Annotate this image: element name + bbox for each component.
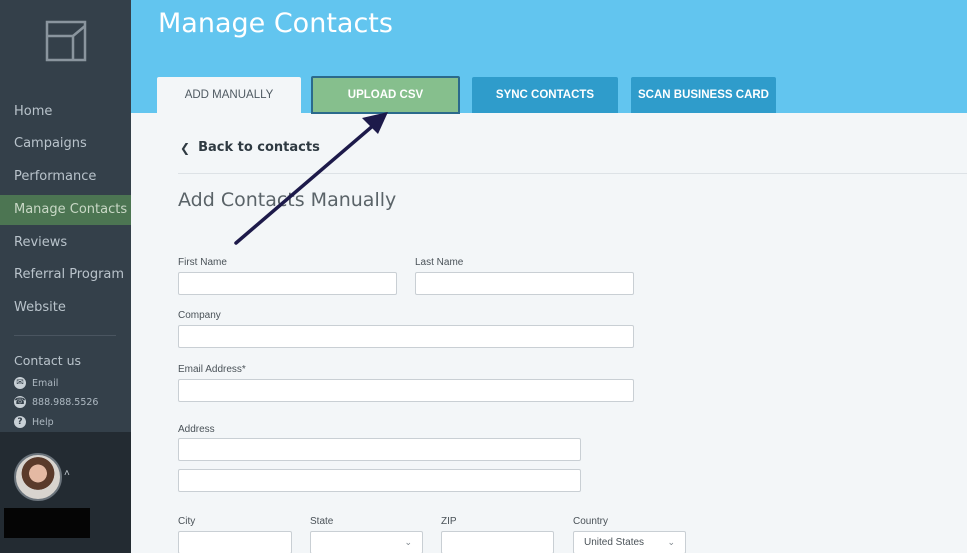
chevron-down-icon: ⌄ bbox=[404, 537, 412, 547]
tab-scan-business-card[interactable]: SCAN BUSINESS CARD bbox=[631, 77, 776, 113]
help-icon: ? bbox=[14, 416, 26, 428]
tab-sync-contacts[interactable]: SYNC CONTACTS bbox=[472, 77, 618, 113]
phone-icon: ☎ bbox=[14, 396, 26, 408]
sidebar-item-manage-contacts[interactable]: Manage Contacts bbox=[0, 195, 131, 225]
avatar[interactable] bbox=[14, 453, 62, 501]
contact-help-link[interactable]: ? Help bbox=[14, 414, 54, 430]
sidebar: Home Campaigns Performance Manage Contac… bbox=[0, 0, 131, 553]
email-icon: ✉ bbox=[14, 377, 26, 389]
sidebar-item-website[interactable]: Website bbox=[0, 293, 131, 323]
chevron-left-icon: ❮ bbox=[180, 140, 191, 155]
page-title: Manage Contacts bbox=[158, 8, 393, 39]
email-label: Email Address* bbox=[178, 364, 246, 375]
back-link-label: Back to contacts bbox=[198, 140, 320, 155]
sidebar-item-reviews[interactable]: Reviews bbox=[0, 228, 131, 258]
state-label: State bbox=[310, 516, 334, 527]
first-name-field[interactable] bbox=[178, 272, 397, 295]
email-field[interactable] bbox=[178, 379, 634, 402]
city-label: City bbox=[178, 516, 196, 527]
country-label: Country bbox=[573, 516, 609, 527]
sidebar-divider bbox=[14, 335, 116, 336]
chevron-down-icon: ⌄ bbox=[667, 537, 675, 547]
address-line1-field[interactable] bbox=[178, 438, 581, 461]
section-divider bbox=[178, 173, 967, 174]
chevron-up-icon[interactable]: ˄ bbox=[64, 468, 74, 479]
contact-email-label: Email bbox=[32, 377, 59, 389]
contact-help-label: Help bbox=[32, 416, 54, 428]
address-label: Address bbox=[178, 424, 215, 435]
last-name-label: Last Name bbox=[415, 257, 464, 268]
tab-upload-csv[interactable]: UPLOAD CSV bbox=[311, 76, 460, 114]
company-field[interactable] bbox=[178, 325, 634, 348]
logo-icon[interactable] bbox=[45, 20, 87, 62]
first-name-label: First Name bbox=[178, 257, 227, 268]
contact-email-link[interactable]: ✉ Email bbox=[14, 375, 58, 391]
redacted-username bbox=[4, 508, 90, 538]
zip-field[interactable] bbox=[441, 531, 554, 553]
back-to-contacts-link[interactable]: ❮ Back to contacts bbox=[180, 140, 320, 155]
city-field[interactable] bbox=[178, 531, 292, 553]
country-select[interactable]: United States ⌄ bbox=[573, 531, 686, 553]
sidebar-item-campaigns[interactable]: Campaigns bbox=[0, 129, 131, 159]
section-title: Add Contacts Manually bbox=[178, 189, 397, 211]
sidebar-item-home[interactable]: Home bbox=[0, 97, 131, 127]
tab-add-manually[interactable]: ADD MANUALLY bbox=[157, 77, 301, 113]
country-select-value: United States bbox=[584, 537, 645, 548]
zip-label: ZIP bbox=[441, 516, 457, 527]
contact-phone-link[interactable]: ☎ 888.988.5526 bbox=[14, 394, 98, 410]
sidebar-item-referral-program[interactable]: Referral Program bbox=[0, 260, 131, 290]
address-line2-field[interactable] bbox=[178, 469, 581, 492]
sidebar-item-performance[interactable]: Performance bbox=[0, 162, 131, 192]
contact-heading: Contact us bbox=[14, 353, 82, 368]
contact-phone-number: 888.988.5526 bbox=[32, 396, 99, 408]
state-select[interactable]: ⌄ bbox=[310, 531, 423, 553]
company-label: Company bbox=[178, 310, 221, 321]
last-name-field[interactable] bbox=[415, 272, 634, 295]
